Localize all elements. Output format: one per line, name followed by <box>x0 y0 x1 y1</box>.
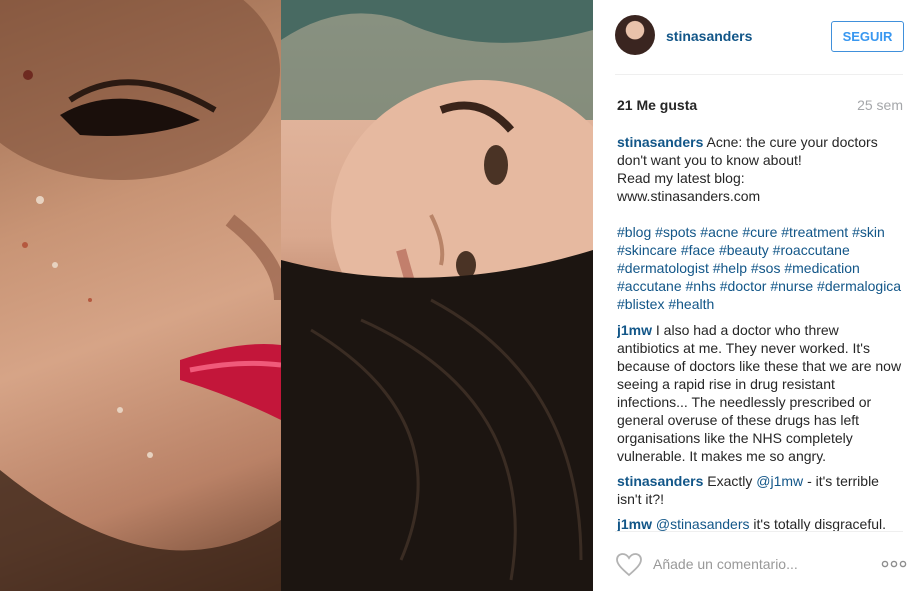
comment-username[interactable]: j1mw <box>617 516 652 531</box>
photo-left-illustration <box>0 0 281 591</box>
comment-item: j1mw @stinasanders it's totally disgrace… <box>617 515 903 531</box>
comment-input[interactable] <box>653 551 853 577</box>
hashtag-link[interactable]: #accutane <box>617 278 682 294</box>
comment-username[interactable]: j1mw <box>617 322 652 338</box>
post-modal: stinasanders SEGUIR 21 Me gusta 25 sem s… <box>0 0 923 591</box>
hashtag-link[interactable]: #treatment <box>781 224 848 240</box>
hashtag-link[interactable]: #skin <box>852 224 885 240</box>
hashtag-link[interactable]: #nhs <box>686 278 716 294</box>
caption-text-line3[interactable]: www.stinasanders.com <box>617 187 903 205</box>
post-photo[interactable] <box>0 0 593 591</box>
comment-item: stinasanders Exactly @j1mw - it's terrib… <box>617 472 903 508</box>
likes-count[interactable]: 21 Me gusta <box>617 97 697 113</box>
post-stats: 21 Me gusta 25 sem <box>617 97 903 115</box>
hashtag-link[interactable]: #face <box>681 242 715 258</box>
hashtag-link[interactable]: #medication <box>784 260 860 276</box>
caption: stinasanders Acne: the cure your doctors… <box>617 133 903 205</box>
more-options-icon[interactable] <box>880 554 908 574</box>
caption-username[interactable]: stinasanders <box>617 134 703 150</box>
hashtag-link[interactable]: #dermalogica <box>817 278 901 294</box>
hashtag-link[interactable]: #beauty <box>719 242 769 258</box>
comment-item: j1mw I also had a doctor who threw antib… <box>617 321 903 465</box>
heart-icon[interactable] <box>615 552 643 577</box>
photo-left-half <box>0 0 281 591</box>
caption-text-line2: Read my latest blog: <box>617 170 745 186</box>
comment-username[interactable]: stinasanders <box>617 473 703 489</box>
hashtag-link[interactable]: #spots <box>655 224 696 240</box>
divider <box>615 531 903 532</box>
post-header: stinasanders SEGUIR <box>593 0 923 74</box>
hashtag-link[interactable]: #doctor <box>720 278 767 294</box>
comment-text: Exactly <box>707 473 753 489</box>
comment-text: I also had a doctor who threw antibiotic… <box>617 322 902 464</box>
comment-mention[interactable]: @j1mw <box>756 473 803 489</box>
divider <box>615 74 903 75</box>
comment-mention[interactable]: @stinasanders <box>656 516 750 531</box>
comments-list[interactable]: stinasanders Acne: the cure your doctors… <box>617 133 903 531</box>
hashtag-link[interactable]: #help <box>713 260 747 276</box>
hashtag-link[interactable]: #nurse <box>770 278 813 294</box>
post-footer <box>593 531 923 591</box>
post-side-panel: stinasanders SEGUIR 21 Me gusta 25 sem s… <box>593 0 923 591</box>
hashtag-link[interactable]: #roaccutane <box>773 242 850 258</box>
photo-right-half <box>281 0 593 591</box>
hashtag-link[interactable]: #blistex <box>617 296 664 312</box>
hashtag-link[interactable]: #sos <box>751 260 781 276</box>
hashtag-link[interactable]: #blog <box>617 224 651 240</box>
hashtag-link[interactable]: #acne <box>700 224 738 240</box>
avatar[interactable] <box>615 15 655 55</box>
hashtag-link[interactable]: #cure <box>742 224 777 240</box>
post-time[interactable]: 25 sem <box>857 97 903 113</box>
hashtag-link[interactable]: #skincare <box>617 242 677 258</box>
follow-button[interactable]: SEGUIR <box>831 21 904 52</box>
hashtags: #blog #spots #acne #cure #treatment #ski… <box>617 223 903 313</box>
hashtag-link[interactable]: #dermatologist <box>617 260 709 276</box>
photo-right-illustration <box>281 0 593 591</box>
username-link[interactable]: stinasanders <box>666 28 752 44</box>
hashtag-link[interactable]: #health <box>668 296 714 312</box>
comment-text: it's totally disgraceful. <box>753 516 887 531</box>
